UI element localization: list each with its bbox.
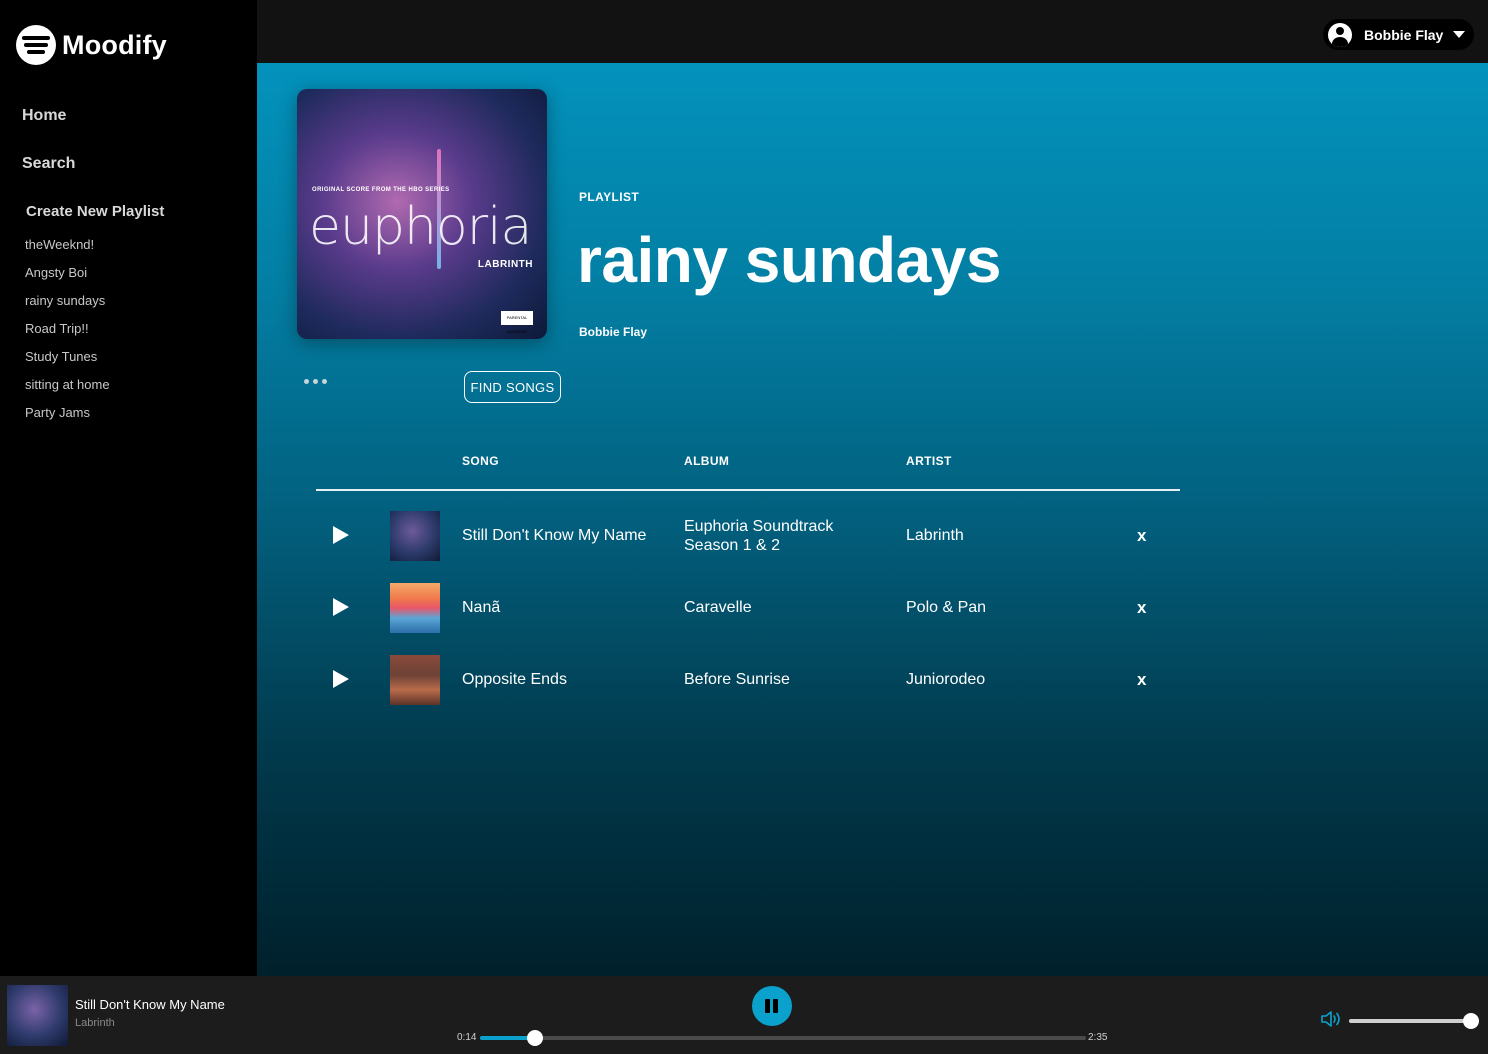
sidebar-playlist-item[interactable]: Road Trip!! (25, 320, 110, 348)
column-header-artist: ARTIST (906, 454, 952, 468)
remove-track-button[interactable]: x (1137, 598, 1146, 618)
nav-search[interactable]: Search (22, 155, 75, 173)
playlist-list: theWeeknd! Angsty Boi rainy sundays Road… (25, 236, 110, 432)
playlist-type-label: PLAYLIST (579, 190, 640, 204)
sidebar-playlist-item[interactable]: Study Tunes (25, 348, 110, 376)
cover-artist-text: LABRINTH (477, 259, 533, 270)
sidebar-playlist-item[interactable]: Angsty Boi (25, 264, 110, 292)
sidebar: Moodify Home Search Create New Playlist … (0, 0, 257, 976)
playlist-cover-image: ORIGINAL SCORE FROM THE HBO SERIES eupho… (297, 89, 547, 339)
user-avatar-icon (1328, 22, 1352, 47)
cover-score-text: ORIGINAL SCORE FROM THE HBO SERIES (312, 187, 450, 193)
now-playing-title[interactable]: Still Don't Know My Name (75, 997, 225, 1012)
track-artist: Labrinth (906, 527, 964, 544)
sidebar-playlist-item[interactable]: rainy sundays (25, 292, 110, 320)
album-thumbnail (390, 511, 440, 561)
pause-icon[interactable] (752, 986, 792, 1026)
top-bar: Bobbie Flay (257, 0, 1488, 63)
remove-track-button[interactable]: x (1137, 526, 1146, 546)
app-logo[interactable]: Moodify (16, 25, 167, 65)
sidebar-playlist-item[interactable]: Party Jams (25, 404, 110, 432)
playlist-owner[interactable]: Bobbie Flay (579, 325, 647, 339)
track-title: Opposite Ends (462, 671, 567, 688)
moodify-logo-icon (16, 25, 56, 65)
create-playlist-link[interactable]: Create New Playlist (26, 203, 164, 220)
track-title: Still Don't Know My Name (462, 527, 647, 544)
app-name: Moodify (62, 29, 167, 60)
table-row[interactable]: Opposite Ends Before Sunrise Juniorodeo … (316, 652, 1180, 708)
track-album: Caravelle (684, 599, 752, 616)
volume-slider[interactable] (1349, 1013, 1479, 1029)
now-playing-thumbnail (7, 985, 68, 1046)
total-time: 2:35 (1088, 1032, 1108, 1043)
play-icon[interactable] (333, 598, 349, 616)
track-artist: Juniorodeo (906, 671, 986, 688)
player-bar: Still Don't Know My Name Labrinth 0:14 2… (0, 976, 1488, 1054)
track-artist: Polo & Pan (906, 599, 987, 616)
caret-down-icon (1453, 31, 1466, 38)
column-header-song: SONG (462, 454, 499, 468)
track-album: Before Sunrise (684, 671, 790, 688)
playlist-view: ORIGINAL SCORE FROM THE HBO SERIES eupho… (257, 63, 1488, 976)
table-row[interactable]: Nanã Caravelle Polo & Pan x (316, 580, 1180, 636)
volume-handle[interactable] (1463, 1013, 1479, 1029)
play-icon[interactable] (333, 670, 349, 688)
find-songs-button[interactable]: FIND SONGS (464, 371, 561, 403)
progress-handle[interactable] (526, 1030, 543, 1046)
volume-fill (1349, 1019, 1471, 1023)
user-menu-button[interactable]: Bobbie Flay (1323, 19, 1474, 50)
playlist-title: rainy sundays (577, 224, 1001, 296)
track-album: Euphoria Soundtrack Season 1 & 2 (684, 518, 834, 554)
progress-slider[interactable] (480, 1030, 1086, 1046)
nav-home[interactable]: Home (22, 107, 66, 125)
album-thumbnail (390, 655, 440, 705)
track-title: Nanã (462, 599, 501, 616)
sidebar-playlist-item[interactable]: theWeeknd! (25, 236, 110, 264)
user-name: Bobbie Flay (1364, 26, 1444, 43)
table-header-divider (316, 489, 1180, 491)
volume-icon[interactable] (1320, 1010, 1342, 1028)
parental-advisory-badge: PARENTAL ADVISORY EXPLICIT CONTENT (501, 311, 533, 334)
album-thumbnail (390, 583, 440, 633)
play-icon[interactable] (333, 526, 349, 544)
remove-track-button[interactable]: x (1137, 670, 1146, 690)
column-header-album: ALBUM (684, 454, 730, 468)
now-playing-artist[interactable]: Labrinth (75, 1017, 115, 1029)
table-row[interactable]: Still Don't Know My Name Euphoria Soundt… (316, 508, 1180, 564)
current-time: 0:14 (457, 1032, 477, 1043)
more-options-icon[interactable] (304, 373, 327, 390)
cover-title-text: euphoria (309, 197, 532, 257)
sidebar-playlist-item[interactable]: sitting at home (25, 376, 110, 404)
